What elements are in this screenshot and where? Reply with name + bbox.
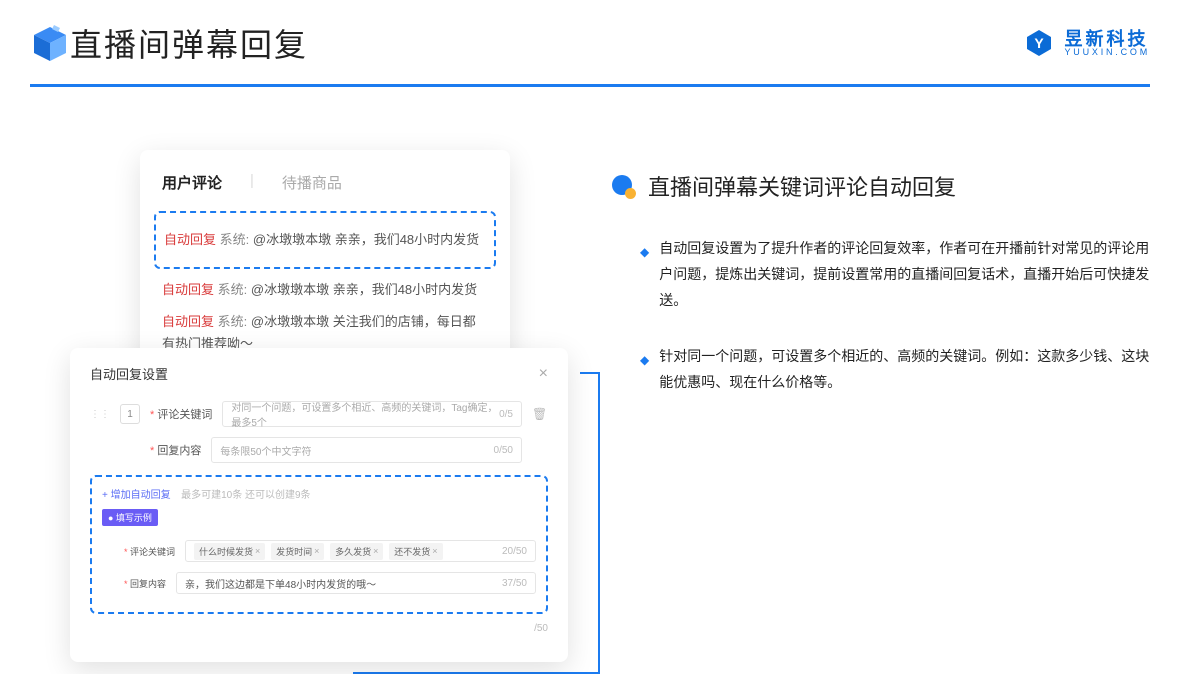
- tab-pending-goods[interactable]: 待播商品: [282, 172, 342, 193]
- panel-tabs: 用户评论 | 待播商品: [162, 172, 488, 193]
- modal-title: 自动回复设置: [90, 364, 168, 383]
- auto-reply-tag: 自动回复: [162, 282, 214, 297]
- add-auto-reply-link[interactable]: + 增加自动回复: [102, 490, 171, 501]
- section-heading: 直播间弹幕关键词评论自动回复: [610, 170, 1150, 202]
- brand-name-en: YUUXIN.COM: [1064, 48, 1150, 57]
- keyword-tag[interactable]: 发货时间×: [271, 543, 324, 560]
- tag-list: 什么时候发货× 发货时间× 多久发货× 还不发货×: [194, 543, 445, 560]
- connector-line: [598, 372, 600, 672]
- system-label: 系统:: [220, 232, 250, 247]
- bullet-item: ◆ 自动回复设置为了提升作者的评论回复效率，作者可在开播前针对常见的评论用户问题…: [640, 236, 1150, 314]
- page-header: 直播间弹幕回复 Y 昱新科技 YUUXIN.COM: [30, 20, 1150, 66]
- diamond-icon: ◆: [640, 241, 649, 314]
- example-badge: ● 填写示例: [102, 509, 158, 526]
- keyword-label: 评论关键词: [124, 545, 175, 558]
- char-count: 0/5: [499, 409, 513, 420]
- keyword-label: 评论关键词: [150, 406, 212, 422]
- reply-label: 回复内容: [150, 442, 201, 458]
- svg-text:Y: Y: [1035, 35, 1045, 51]
- auto-reply-tag: 自动回复: [164, 232, 216, 247]
- input-placeholder: 每条限50个中文字符: [220, 443, 311, 458]
- auto-reply-message: 自动回复 系统: @冰墩墩本墩 亲亲，我们48小时内发货: [164, 229, 486, 251]
- reply-text: 亲，我们这边都是下单48小时内发货的哦～: [185, 576, 376, 591]
- message-body: @冰墩墩本墩 亲亲，我们48小时内发货: [253, 232, 479, 247]
- bullet-dot-icon: [610, 173, 636, 199]
- outer-count: /50: [534, 623, 548, 634]
- system-label: 系统:: [218, 282, 248, 297]
- reply-input[interactable]: 每条限50个中文字符 0/50: [211, 437, 522, 463]
- close-icon[interactable]: ×: [539, 365, 548, 383]
- auto-reply-tag: 自动回复: [162, 314, 214, 329]
- form-row-reply: 回复内容 每条限50个中文字符 0/50: [90, 437, 548, 463]
- char-count: 37/50: [502, 578, 527, 589]
- brand-name-cn: 昱新科技: [1064, 30, 1150, 48]
- auto-reply-settings-modal: 自动回复设置 × ⋮⋮ 1 评论关键词 对同一个问题，可设置多个相近、高频的关键…: [70, 348, 568, 662]
- keyword-tag[interactable]: 多久发货×: [330, 543, 383, 560]
- keyword-input[interactable]: 对同一个问题，可设置多个相近、高频的关键词，Tag确定，最多5个 0/5: [222, 401, 522, 427]
- connector-line: [580, 372, 600, 374]
- diamond-icon: ◆: [640, 349, 649, 396]
- form-row-keywords: ⋮⋮ 1 评论关键词 对同一个问题，可设置多个相近、高频的关键词，Tag确定，最…: [90, 401, 548, 427]
- char-count: 20/50: [502, 546, 527, 557]
- add-note: 最多可建10条 还可以创建9条: [181, 490, 310, 501]
- example-keyword-input[interactable]: 什么时候发货× 发货时间× 多久发货× 还不发货× 20/50: [185, 540, 536, 562]
- char-count: 0/50: [494, 445, 513, 456]
- delete-icon[interactable]: 🗑: [532, 407, 548, 421]
- system-label: 系统:: [218, 314, 248, 329]
- cube-logo-icon: [30, 23, 70, 63]
- bullet-text: 自动回复设置为了提升作者的评论回复效率，作者可在开播前针对常见的评论用户问题，提…: [659, 236, 1150, 314]
- auto-reply-message: 自动回复 系统: @冰墩墩本墩 亲亲，我们48小时内发货: [162, 279, 488, 301]
- drag-handle-icon[interactable]: ⋮⋮: [90, 409, 110, 420]
- modal-header: 自动回复设置 ×: [90, 364, 548, 383]
- header-divider: [30, 84, 1150, 87]
- brand-logo: Y 昱新科技 YUUXIN.COM: [1024, 28, 1150, 58]
- section-title: 直播间弹幕关键词评论自动回复: [648, 170, 956, 202]
- highlighted-message: 自动回复 系统: @冰墩墩本墩 亲亲，我们48小时内发货: [154, 211, 496, 269]
- brand-mark-icon: Y: [1024, 28, 1054, 58]
- keyword-tag[interactable]: 还不发货×: [389, 543, 442, 560]
- message-body: @冰墩墩本墩 亲亲，我们48小时内发货: [251, 282, 477, 297]
- tab-separator: |: [250, 172, 254, 193]
- bullet-text: 针对同一个问题，可设置多个相近的、高频的关键词。例如：这款多少钱、这块能优惠吗、…: [659, 344, 1150, 396]
- description-section: 直播间弹幕关键词评论自动回复 ◆ 自动回复设置为了提升作者的评论回复效率，作者可…: [610, 170, 1150, 425]
- page-title: 直播间弹幕回复: [70, 20, 308, 66]
- example-row-reply: 回复内容 亲，我们这边都是下单48小时内发货的哦～ 37/50: [102, 572, 536, 594]
- sequence-number: 1: [120, 404, 140, 424]
- bullet-item: ◆ 针对同一个问题，可设置多个相近的、高频的关键词。例如：这款多少钱、这块能优惠…: [640, 344, 1150, 396]
- example-row-keywords: 评论关键词 什么时候发货× 发货时间× 多久发货× 还不发货× 20/50: [102, 540, 536, 562]
- input-placeholder: 对同一个问题，可设置多个相近、高频的关键词，Tag确定，最多5个: [231, 399, 499, 429]
- example-highlight-box: + 增加自动回复 最多可建10条 还可以创建9条 ● 填写示例 评论关键词 什么…: [90, 475, 548, 614]
- reply-label: 回复内容: [124, 577, 166, 590]
- keyword-tag[interactable]: 什么时候发货×: [194, 543, 265, 560]
- example-reply-input[interactable]: 亲，我们这边都是下单48小时内发货的哦～ 37/50: [176, 572, 536, 594]
- tab-user-comments[interactable]: 用户评论: [162, 172, 222, 193]
